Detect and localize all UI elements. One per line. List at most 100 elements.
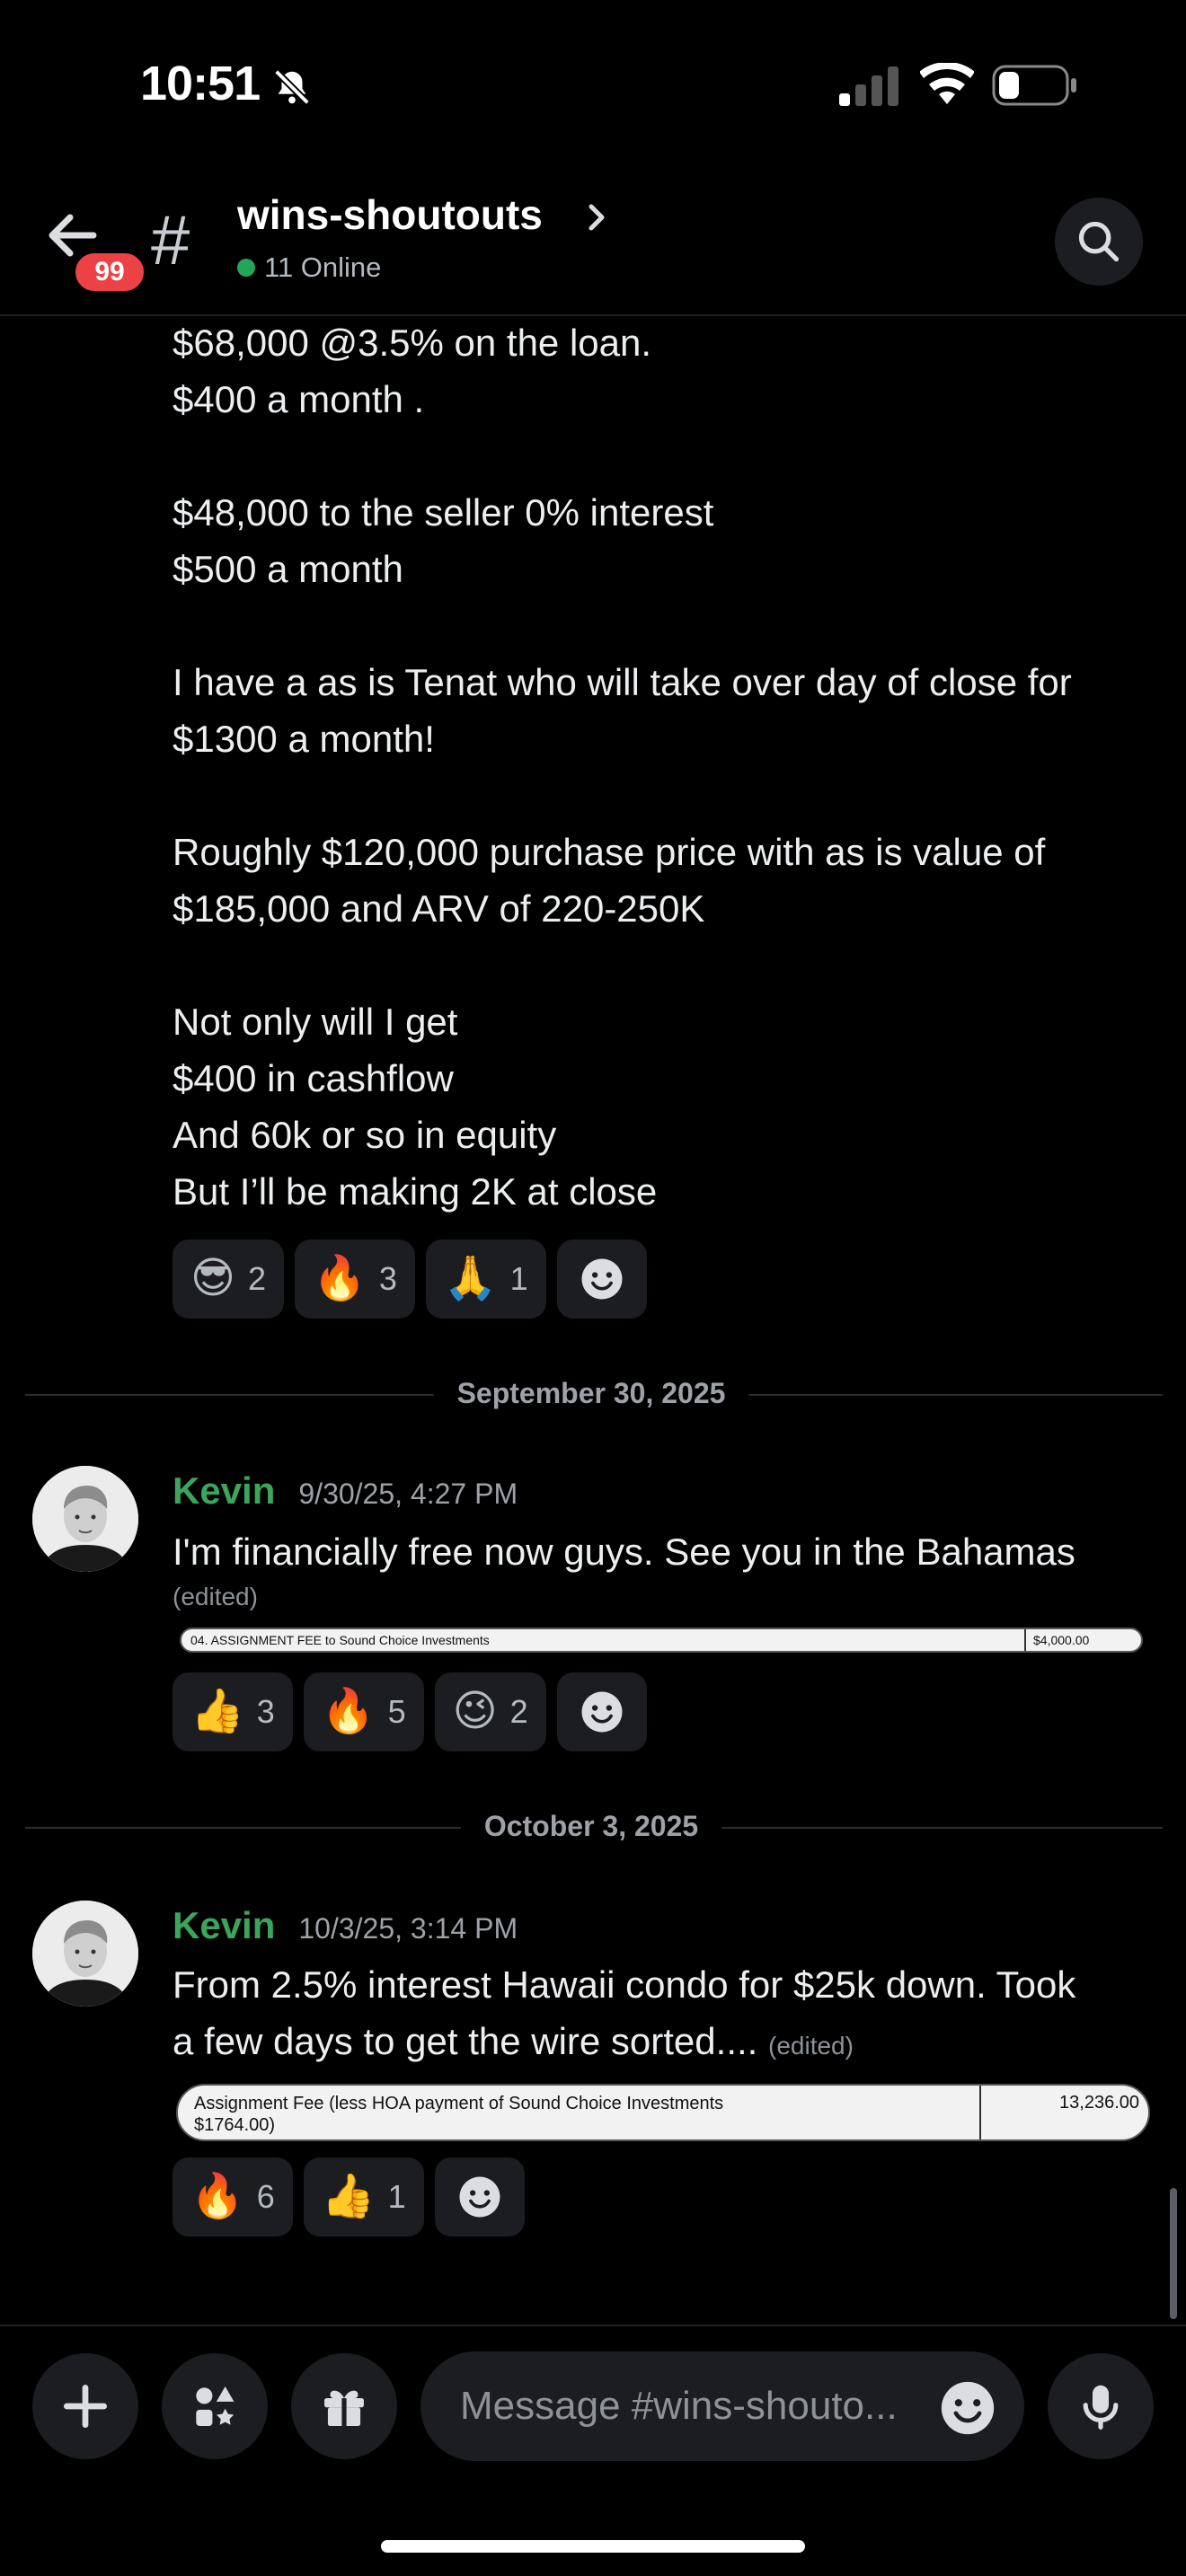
- message-line: $185,000 and ARV of 220-250K: [173, 887, 705, 930]
- message-text: From 2.5% interest Hawaii condo for $25k…: [173, 1956, 1179, 2074]
- reaction-count: 2: [248, 1260, 267, 1297]
- smiley-icon: [581, 1258, 623, 1300]
- add-reaction-button[interactable]: [556, 1239, 647, 1319]
- channel-title[interactable]: wins-shoutouts: [237, 190, 543, 239]
- smiley-icon: [581, 1691, 623, 1733]
- message-timestamp: 10/3/25, 3:14 PM: [298, 1912, 518, 1945]
- message-line: $48,000 to the seller 0% interest: [173, 491, 714, 534]
- online-count: 11 Online: [237, 251, 381, 284]
- edited-label: (edited): [173, 1583, 258, 1610]
- author-name[interactable]: Kevin: [173, 1904, 275, 1947]
- plus-icon: [63, 2384, 108, 2429]
- smiley-icon: [459, 2176, 500, 2218]
- message-line: I have a as is Tenat who will take over …: [173, 661, 1072, 703]
- reaction-bar: 😎 2 🔥 3 🙏 1: [173, 1239, 647, 1319]
- reaction-chip[interactable]: 🙏 1: [425, 1239, 546, 1319]
- attachment-label-line: Assignment Fee (less HOA payment of Soun…: [194, 2094, 724, 2113]
- reaction-count: 5: [387, 1693, 406, 1730]
- attachment-label: 04. ASSIGNMENT FEE to Sound Choice Inves…: [181, 1629, 1026, 1651]
- message-line: But I’ll be making 2K at close: [173, 1170, 658, 1213]
- message-line-text: a few days to get the wire sorted....: [173, 2020, 758, 2062]
- message-line: Roughly $120,000 purchase price with as …: [173, 831, 1046, 873]
- unread-badge: 99: [72, 250, 147, 295]
- emoji-icon: 👍: [190, 1688, 244, 1735]
- image-attachment[interactable]: Assignment Fee (less HOA payment of Soun…: [176, 2084, 1150, 2141]
- microphone-icon: [1083, 2385, 1119, 2430]
- message-input[interactable]: Message #wins-shouto...: [420, 2351, 1024, 2461]
- emoji-icon: 👍: [321, 2173, 376, 2220]
- message-line: Not only will I get: [173, 1001, 458, 1043]
- message-header: Kevin 9/30/25, 4:27 PM: [173, 1469, 518, 1513]
- emoji-icon: 🔥: [321, 1688, 376, 1735]
- status-time: 10:51: [140, 57, 261, 110]
- wifi-icon: [919, 61, 975, 110]
- scrollbar[interactable]: [1170, 2188, 1177, 2319]
- message-line: $68,000 @3.5% on the loan.: [173, 322, 652, 364]
- date-divider-label: September 30, 2025: [433, 1377, 749, 1410]
- reaction-bar: 👍 3 🔥 5 😉 2: [173, 1672, 647, 1751]
- chevron-right-icon[interactable]: [584, 199, 611, 235]
- search-button[interactable]: [1055, 198, 1143, 286]
- message-line: [173, 767, 1170, 824]
- reaction-count: 3: [256, 1693, 275, 1730]
- emoji-icon: 😉: [452, 1688, 498, 1735]
- message-line: And 60k or so in equity: [173, 1114, 557, 1156]
- reaction-chip[interactable]: 🔥 5: [303, 1672, 424, 1751]
- message-line: $400 in cashflow: [173, 1057, 454, 1099]
- search-icon: [1078, 221, 1120, 262]
- avatar[interactable]: [32, 1466, 138, 1572]
- reaction-count: 1: [387, 2178, 406, 2215]
- message-timestamp: 9/30/25, 4:27 PM: [298, 1478, 518, 1510]
- author-name[interactable]: Kevin: [173, 1469, 275, 1513]
- reaction-count: 2: [509, 1693, 528, 1730]
- emoji-icon: 😎: [190, 1255, 236, 1302]
- hashtag-icon: #: [151, 200, 190, 279]
- reaction-chip[interactable]: 🔥 3: [295, 1239, 415, 1319]
- message-text: I'm financially free now guys. See you i…: [173, 1531, 1075, 1573]
- battery-icon: [992, 65, 1078, 110]
- reaction-chip[interactable]: 🔥 6: [173, 2157, 293, 2236]
- message-line: [173, 428, 1170, 484]
- reaction-count: 1: [509, 1260, 528, 1297]
- reaction-bar: 🔥 6 👍 1: [173, 2157, 525, 2236]
- avatar-photo: [32, 1901, 138, 2007]
- avatar[interactable]: [32, 1901, 138, 2007]
- reaction-chip[interactable]: 😎 2: [173, 1239, 285, 1319]
- date-divider-label: October 3, 2025: [460, 1810, 722, 1843]
- attachment-amount: $4,000.00: [1033, 1633, 1090, 1647]
- reaction-chip[interactable]: 👍 1: [303, 2157, 424, 2236]
- message-prev-body: $68,000 @3.5% on the loan. $400 a month …: [173, 314, 1170, 1220]
- add-reaction-button[interactable]: [556, 1672, 647, 1751]
- message-line: $500 a month: [173, 548, 403, 590]
- message-line: $1300 a month!: [173, 718, 435, 760]
- composer-divider: [0, 2325, 1186, 2326]
- add-attachment-button[interactable]: [32, 2353, 138, 2459]
- online-text: 11 Online: [264, 251, 382, 283]
- emoji-icon: 🔥: [313, 1255, 367, 1302]
- message-line: [173, 937, 1170, 993]
- add-reaction-button[interactable]: [434, 2157, 525, 2236]
- attachment-label: Assignment Fee (less HOA payment of Soun…: [178, 2086, 981, 2139]
- home-indicator[interactable]: [381, 2540, 805, 2553]
- gift-button[interactable]: [291, 2353, 397, 2459]
- emoji-picker-button[interactable]: [936, 2377, 999, 2444]
- cellular-signal-icon: [839, 66, 900, 110]
- image-attachment[interactable]: 04. ASSIGNMENT FEE to Sound Choice Inves…: [180, 1628, 1143, 1653]
- apps-icon: [196, 2386, 235, 2426]
- reaction-count: 6: [256, 2178, 275, 2215]
- message-line: From 2.5% interest Hawaii condo for $25k…: [173, 1963, 1076, 2006]
- voice-message-button[interactable]: [1048, 2353, 1154, 2459]
- online-dot-icon: [237, 259, 255, 277]
- reaction-count: 3: [378, 1260, 397, 1297]
- message-header: Kevin 10/3/25, 3:14 PM: [173, 1904, 518, 1947]
- smiley-icon: [941, 2381, 995, 2435]
- reaction-chip[interactable]: 👍 3: [173, 1672, 293, 1751]
- reaction-chip[interactable]: 😉 2: [434, 1672, 546, 1751]
- emoji-icon: 🔥: [190, 2173, 244, 2220]
- gift-icon: [324, 2390, 364, 2426]
- apps-button[interactable]: [162, 2353, 268, 2459]
- date-divider: September 30, 2025: [25, 1377, 1163, 1410]
- message-line: $400 a month .: [173, 378, 425, 420]
- attachment-label-line: $1764.00): [194, 2115, 276, 2135]
- avatar-photo: [32, 1466, 138, 1572]
